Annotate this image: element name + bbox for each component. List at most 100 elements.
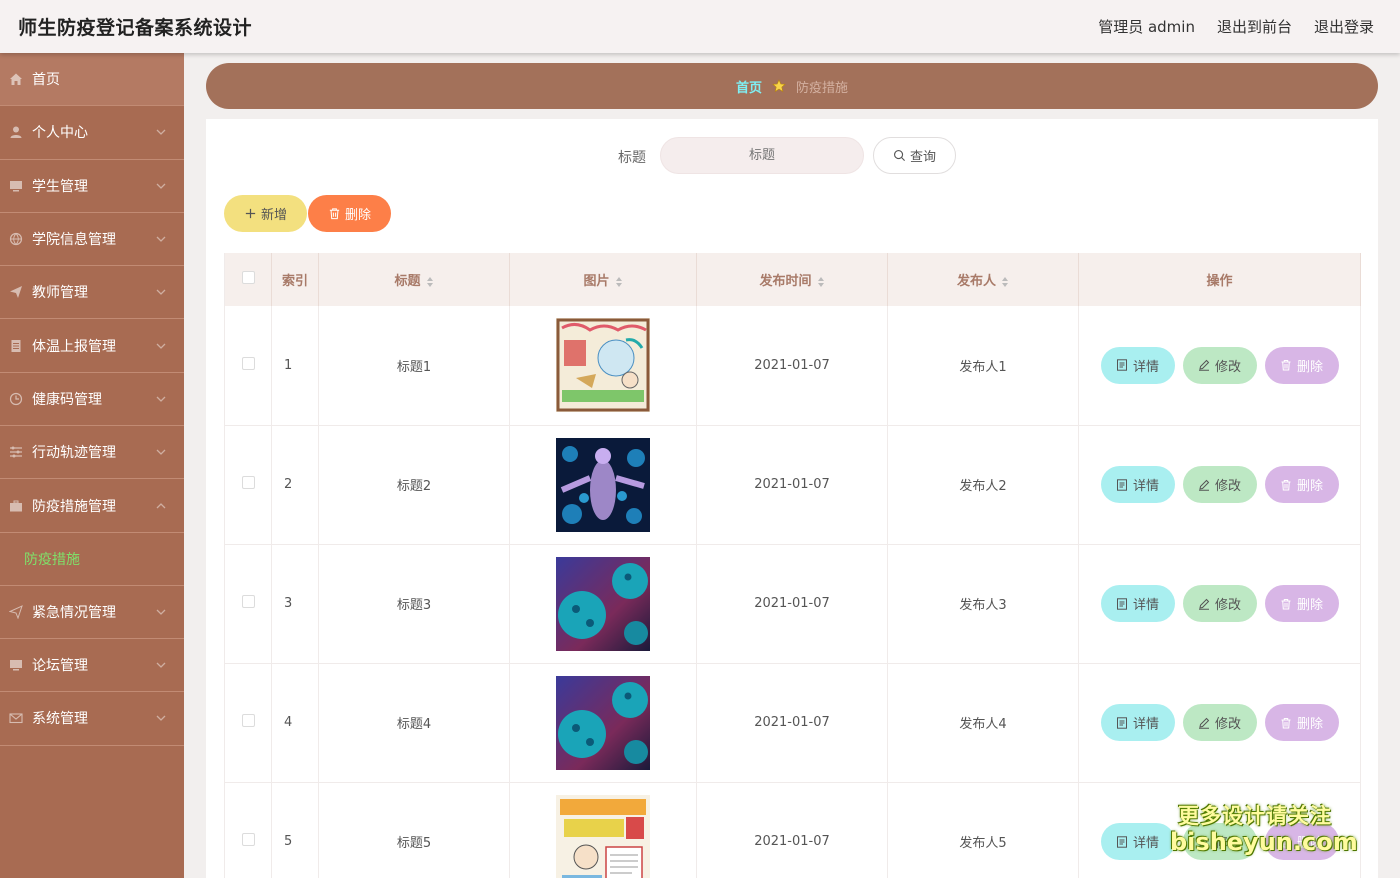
sidebar: 首页 个人中心 学生管理 学院信息管理 教师管理 体温上报管理 健康码管理 行动…	[0, 53, 184, 878]
sidebar-item-label: 健康码管理	[32, 391, 102, 408]
search-label: 标题	[618, 150, 646, 166]
trash-icon	[329, 208, 340, 220]
sidebar-item-forum[interactable]: 论坛管理	[0, 639, 184, 693]
title-search-input[interactable]	[660, 137, 864, 174]
sidebar-item-students[interactable]: 学生管理	[0, 160, 184, 213]
row-title: 标题1	[318, 306, 510, 426]
action-toolbar: 新增 删除	[224, 195, 391, 232]
sidebar-item-emergency[interactable]: 紧急情况管理	[0, 586, 184, 639]
edit-button[interactable]: 修改	[1182, 585, 1257, 622]
app-title: 师生防疫登记备案系统设计	[18, 17, 253, 39]
sidebar-item-label: 体温上报管理	[32, 338, 116, 355]
delete-label: 删除	[1296, 717, 1323, 732]
detail-button[interactable]: 详情	[1100, 585, 1175, 622]
sidebar-subitem-measures[interactable]: 防疫措施	[0, 533, 184, 586]
edit-button[interactable]: 修改	[1182, 346, 1257, 384]
sidebar-item-college[interactable]: 学院信息管理	[0, 213, 184, 267]
sidebar-item-measures[interactable]: 防疫措施管理	[0, 479, 184, 533]
user-icon	[9, 125, 23, 139]
delete-button[interactable]: 删除	[1264, 466, 1339, 503]
virus-thumbnail[interactable]	[556, 556, 650, 651]
star-icon	[772, 79, 786, 93]
trash-icon	[1281, 598, 1291, 609]
exit-to-front-link[interactable]: 退出到前台	[1217, 16, 1292, 37]
send-icon	[9, 285, 23, 299]
clock-icon	[9, 392, 23, 406]
row-checkbox[interactable]	[241, 833, 255, 846]
row-publisher: 发布人1	[887, 306, 1079, 426]
edit-button[interactable]: 修改	[1182, 704, 1257, 741]
column-header-actions: 操作	[1078, 253, 1361, 306]
breadcrumb-current: 防疫措施	[796, 80, 849, 96]
watermark-line1: 更多设计请关注	[1178, 804, 1332, 828]
select-all-checkbox[interactable]	[241, 271, 255, 284]
sliders-icon	[9, 445, 23, 459]
pencil-icon	[1198, 479, 1210, 491]
plus-icon	[245, 208, 256, 219]
detail-button[interactable]: 详情	[1100, 466, 1175, 503]
sidebar-item-label: 学生管理	[32, 178, 88, 195]
edit-button[interactable]: 修改	[1182, 466, 1257, 503]
row-select-cell	[224, 306, 272, 426]
edit-label: 修改	[1214, 717, 1241, 732]
row-checkbox[interactable]	[241, 714, 255, 727]
row-checkbox[interactable]	[241, 356, 255, 370]
add-button[interactable]: 新增	[224, 195, 307, 232]
breadcrumb-home-link[interactable]: 首页	[736, 77, 762, 96]
column-header-date[interactable]: 发布时间	[696, 253, 888, 306]
sidebar-item-trajectory[interactable]: 行动轨迹管理	[0, 426, 184, 480]
table-row: 2 标题2 2021-01-07 发布人2 详情 修改 删除	[224, 425, 1361, 545]
delete-button[interactable]: 删除	[1264, 704, 1339, 741]
sidebar-item-profile[interactable]: 个人中心	[0, 106, 184, 160]
sidebar-item-temperature[interactable]: 体温上报管理	[0, 319, 184, 373]
row-index: 2	[271, 425, 319, 545]
row-title: 标题3	[318, 544, 510, 664]
sidebar-item-home[interactable]: 首页	[0, 53, 184, 107]
row-index: 1	[271, 306, 319, 426]
row-checkbox[interactable]	[241, 595, 255, 608]
delete-button[interactable]: 删除	[1264, 346, 1339, 384]
bulk-delete-button[interactable]: 删除	[308, 195, 391, 232]
detail-button[interactable]: 详情	[1100, 704, 1175, 741]
column-image-label: 图片	[583, 274, 610, 289]
column-header-title[interactable]: 标题	[318, 253, 510, 306]
detail-button[interactable]: 详情	[1100, 346, 1175, 384]
logout-link[interactable]: 退出登录	[1314, 16, 1374, 37]
column-date-label: 发布时间	[759, 274, 812, 289]
query-button[interactable]: 查询	[873, 137, 956, 174]
virus-body-thumbnail[interactable]	[556, 437, 650, 532]
column-publisher-label: 发布人	[956, 274, 996, 289]
sidebar-item-health-code[interactable]: 健康码管理	[0, 373, 184, 427]
delete-label: 删除	[1296, 598, 1323, 613]
detail-label: 详情	[1132, 479, 1159, 494]
sidebar-item-label: 紧急情况管理	[32, 604, 116, 621]
row-image-cell	[509, 425, 697, 545]
row-title: 标题5	[318, 782, 510, 878]
detail-button[interactable]: 详情	[1100, 823, 1175, 860]
row-date: 2021-01-07	[696, 306, 888, 426]
edit-label: 修改	[1214, 598, 1241, 613]
sort-icon	[817, 276, 824, 287]
poster-thumbnail[interactable]	[556, 794, 650, 878]
row-image-cell	[509, 782, 697, 878]
detail-label: 详情	[1132, 598, 1159, 613]
virus-thumbnail[interactable]	[556, 675, 650, 770]
row-select-cell	[224, 663, 272, 783]
poster-thumbnail[interactable]	[556, 318, 650, 413]
chevron-down-icon	[156, 662, 166, 669]
column-header-image[interactable]: 图片	[509, 253, 697, 306]
edit-label: 修改	[1214, 479, 1241, 494]
header-actions: 管理员 admin 退出到前台 退出登录	[1076, 16, 1374, 37]
row-checkbox[interactable]	[241, 476, 255, 489]
sort-icon	[426, 276, 433, 287]
column-header-publisher[interactable]: 发布人	[887, 253, 1079, 306]
row-select-cell	[224, 782, 272, 878]
delete-button[interactable]: 删除	[1264, 585, 1339, 622]
sidebar-item-teachers[interactable]: 教师管理	[0, 266, 184, 320]
sidebar-item-label: 防疫措施管理	[32, 498, 116, 515]
sidebar-item-label: 个人中心	[32, 125, 88, 142]
monitor-icon	[9, 658, 23, 672]
sidebar-item-system[interactable]: 系统管理	[0, 692, 184, 746]
detail-label: 详情	[1132, 717, 1159, 732]
query-button-label: 查询	[909, 150, 936, 165]
